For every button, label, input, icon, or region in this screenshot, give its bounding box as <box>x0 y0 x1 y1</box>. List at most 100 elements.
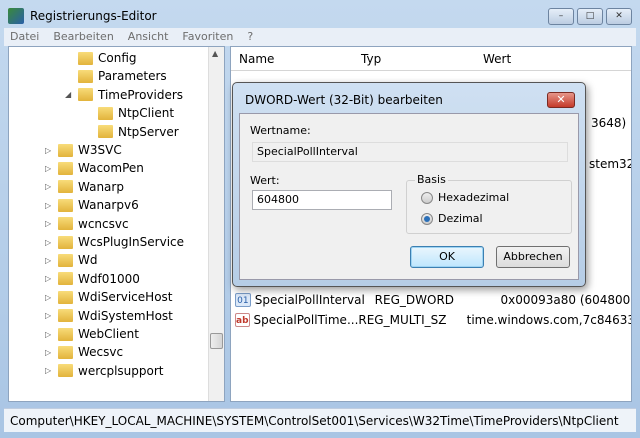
maximize-button[interactable]: □ <box>577 8 603 25</box>
dword-value-icon: 01 <box>235 293 251 307</box>
ok-button[interactable]: OK <box>410 246 484 268</box>
value-name: SpecialPollInterval <box>254 293 365 307</box>
tree-item-label: Config <box>98 51 137 65</box>
tree-item[interactable]: ▷ Wanarp <box>45 178 124 196</box>
value-type: REG_MULTI_SZ <box>358 313 447 327</box>
expander-icon[interactable]: ▷ <box>45 164 53 173</box>
tree-item-label: Parameters <box>98 69 167 84</box>
hexadecimal-label: Hexadezimal <box>438 191 510 204</box>
tree-item-label: WebClient <box>78 327 139 341</box>
tree-item[interactable]: Parameters <box>65 67 167 85</box>
tree-item[interactable]: ▷ WdiSystemHost <box>45 307 173 325</box>
hexadecimal-radio[interactable]: Hexadezimal <box>421 191 509 204</box>
regedit-app-icon <box>8 8 24 24</box>
expander-icon[interactable]: ▷ <box>45 366 53 375</box>
list-header: Name Typ Wert <box>231 47 631 71</box>
folder-icon <box>58 180 73 194</box>
tree-item[interactable]: ▷ Wdf01000 <box>45 270 140 288</box>
column-name[interactable]: Name <box>239 52 274 66</box>
decimal-radio[interactable]: Dezimal <box>421 212 483 225</box>
tree-item-label: NtpServer <box>118 124 179 139</box>
scroll-thumb[interactable] <box>210 333 223 349</box>
menu-bar: Datei Bearbeiten Ansicht Favoriten ? <box>4 28 636 46</box>
value-name: SpecialPollTime... <box>253 313 359 327</box>
tree-item-label: Wanarpv6 <box>78 198 139 213</box>
menu-help[interactable]: ? <box>247 28 253 46</box>
value-data-label: Wert: <box>250 174 280 187</box>
folder-icon <box>58 143 73 157</box>
hidden-value-fragment: stem32\w <box>589 157 631 171</box>
cancel-button[interactable]: Abbrechen <box>496 246 570 268</box>
edit-dword-dialog: DWORD-Wert (32-Bit) bearbeiten ✕ Wertnam… <box>232 82 586 287</box>
tree-item-label: WcsPlugInService <box>78 235 185 249</box>
title-bar: Registrierungs-Editor <box>8 8 157 24</box>
folder-icon <box>98 106 113 120</box>
folder-icon <box>78 69 93 83</box>
tree-item[interactable]: NtpClient <box>85 104 174 122</box>
tree-item-label: Wd <box>78 253 98 268</box>
tree-item[interactable]: ▷ WcsPlugInService <box>45 233 184 251</box>
expander-icon[interactable]: ▷ <box>45 201 53 210</box>
dialog-title: DWORD-Wert (32-Bit) bearbeiten <box>245 93 443 107</box>
tree-item-label: Wdf01000 <box>78 271 140 286</box>
radio-selected-icon <box>421 212 433 225</box>
folder-icon <box>58 253 73 267</box>
folder-icon <box>78 88 93 102</box>
column-type[interactable]: Typ <box>361 52 381 66</box>
base-group: Basis Hexadezimal Dezimal <box>406 173 572 234</box>
minimize-button[interactable]: – <box>548 8 574 25</box>
menu-ansicht[interactable]: Ansicht <box>128 28 169 46</box>
close-button[interactable]: ✕ <box>606 8 632 25</box>
expander-icon[interactable]: ▷ <box>45 219 53 228</box>
expander-icon[interactable]: ◢ <box>65 90 73 99</box>
status-bar: Computer\HKEY_LOCAL_MACHINE\SYSTEM\Contr… <box>4 408 636 432</box>
menu-datei[interactable]: Datei <box>10 28 39 46</box>
folder-icon <box>58 217 73 231</box>
window-title: Registrierungs-Editor <box>30 9 157 23</box>
tree-item[interactable]: ▷ Wecsvc <box>45 343 123 361</box>
tree-item-label: W3SVC <box>78 143 122 157</box>
tree-item[interactable]: ▷ wcncsvc <box>45 215 129 233</box>
tree-item-label: wercplsupport <box>78 363 164 378</box>
dialog-close-button[interactable]: ✕ <box>547 92 575 108</box>
expander-icon[interactable]: ▷ <box>45 182 53 191</box>
menu-bearbeiten[interactable]: Bearbeiten <box>53 28 113 46</box>
value-data-input[interactable]: 604800 <box>252 190 392 210</box>
scroll-up-icon[interactable]: ▲ <box>212 49 218 58</box>
expander-icon[interactable]: ▷ <box>45 274 53 283</box>
list-row[interactable]: ab SpecialPollTime... REG_MULTI_SZ time.… <box>235 311 632 329</box>
tree-item[interactable]: ▷ Wd <box>45 251 97 269</box>
string-value-icon: ab <box>235 313 250 327</box>
value-name-label: Wertname: <box>250 124 311 137</box>
tree-item[interactable]: ▷ WacomPen <box>45 159 144 177</box>
column-value[interactable]: Wert <box>483 52 511 66</box>
tree-item[interactable]: ◢ TimeProviders <box>65 86 183 104</box>
folder-icon <box>98 125 113 139</box>
expander-icon[interactable]: ▷ <box>45 311 53 320</box>
value-type: REG_DWORD <box>374 293 455 307</box>
tree-item[interactable]: Config <box>65 49 137 67</box>
tree-item-label: WdiServiceHost <box>78 290 173 305</box>
menu-favoriten[interactable]: Favoriten <box>182 28 233 46</box>
tree-item[interactable]: ▷ WdiServiceHost <box>45 288 173 306</box>
tree-item[interactable]: ▷ Wanarpv6 <box>45 196 139 214</box>
value-data: 0x00093a80 (604800) <box>500 293 632 307</box>
folder-icon <box>58 309 73 323</box>
tree-item[interactable]: NtpServer <box>85 123 179 141</box>
list-row[interactable]: 01 SpecialPollInterval REG_DWORD 0x00093… <box>235 291 632 309</box>
value-data: time.windows.com,7c84633 <box>466 313 632 327</box>
expander-icon[interactable]: ▷ <box>45 293 53 302</box>
decimal-label: Dezimal <box>438 212 483 225</box>
folder-icon <box>58 290 73 304</box>
expander-icon[interactable]: ▷ <box>45 238 53 247</box>
tree-item[interactable]: ▷ wercplsupport <box>45 362 164 380</box>
expander-icon[interactable]: ▷ <box>45 330 53 339</box>
tree-item[interactable]: ▷ WebClient <box>45 325 139 343</box>
expander-icon[interactable]: ▷ <box>45 256 53 265</box>
expander-icon[interactable]: ▷ <box>45 146 53 155</box>
tree-scrollbar[interactable]: ▲ <box>208 47 224 401</box>
expander-icon[interactable]: ▷ <box>45 348 53 357</box>
folder-icon <box>78 51 93 65</box>
tree-item[interactable]: ▷ W3SVC <box>45 141 122 159</box>
folder-icon <box>58 161 73 175</box>
